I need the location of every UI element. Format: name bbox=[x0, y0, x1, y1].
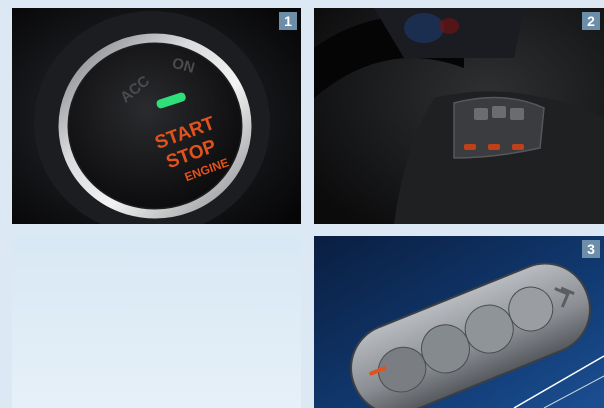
blank-panel bbox=[12, 236, 301, 408]
photo-panel-steering-wheel: 2 bbox=[314, 8, 604, 224]
control-button bbox=[510, 108, 524, 120]
photo-panel-start-button: ACC ON START STOP ENGINE 1 bbox=[12, 8, 301, 224]
panel-number-badge: 3 bbox=[582, 240, 600, 258]
steering-wheel-photo bbox=[314, 8, 604, 224]
panel-number-badge: 2 bbox=[582, 12, 600, 30]
panel-number-badge: 1 bbox=[279, 12, 297, 30]
photo-panel-key-fob: 3 bbox=[314, 236, 604, 408]
start-stop-button-photo: ACC ON START STOP ENGINE bbox=[12, 8, 301, 224]
control-light bbox=[488, 144, 500, 150]
control-button bbox=[492, 106, 506, 118]
key-fob-photo bbox=[314, 236, 604, 408]
control-button bbox=[474, 108, 488, 120]
control-light bbox=[464, 144, 476, 150]
control-light bbox=[512, 144, 524, 150]
